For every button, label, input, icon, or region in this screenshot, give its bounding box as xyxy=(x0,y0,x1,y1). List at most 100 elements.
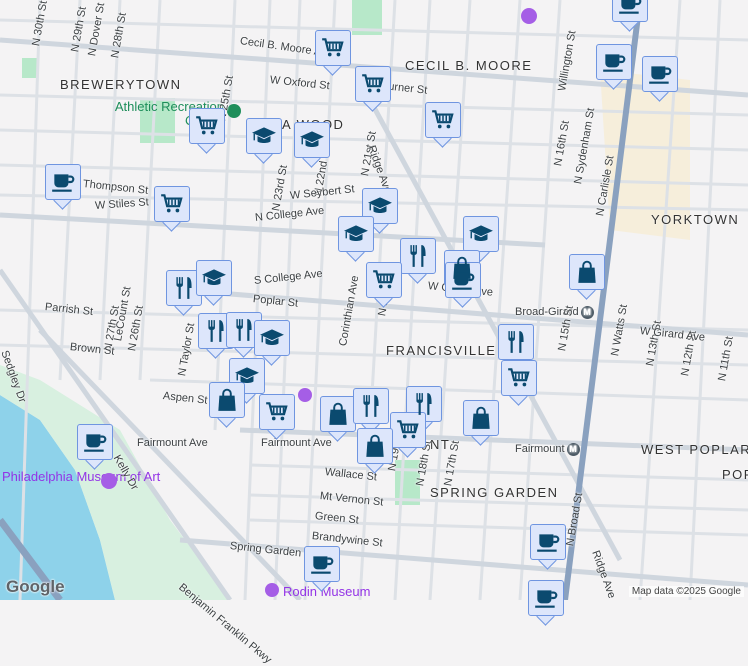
marker-body xyxy=(226,312,262,348)
grad-icon xyxy=(299,127,325,153)
marker-coffee[interactable] xyxy=(304,546,340,592)
marker-body xyxy=(501,360,537,396)
marker-body xyxy=(209,382,245,418)
cart-icon xyxy=(506,365,532,391)
marker-bag[interactable] xyxy=(463,400,499,446)
bag-icon xyxy=(325,401,351,427)
station-broad-girard[interactable]: Broad-Girard M xyxy=(515,306,594,319)
marker-body xyxy=(463,400,499,436)
marker-cart[interactable] xyxy=(425,102,461,148)
marker-body xyxy=(246,118,282,154)
coffee-icon xyxy=(82,429,108,455)
marker-body xyxy=(362,188,398,224)
coffee-icon xyxy=(535,529,561,555)
coffee-icon xyxy=(601,49,627,75)
marker-body xyxy=(304,546,340,582)
marker-body xyxy=(353,388,389,424)
marker-body xyxy=(463,216,499,252)
museum-icon xyxy=(101,473,117,489)
metro-icon: M xyxy=(566,443,580,456)
marker-cart[interactable] xyxy=(366,262,402,308)
grad-icon xyxy=(234,363,260,389)
marker-bag[interactable] xyxy=(209,382,245,428)
neighborhood-cecil-b-moore: CECIL B. MOORE xyxy=(405,58,533,73)
marker-body xyxy=(196,260,232,296)
food-icon xyxy=(503,329,529,355)
marker-cart[interactable] xyxy=(154,186,190,232)
marker-cart[interactable] xyxy=(501,360,537,406)
cart-icon xyxy=(264,399,290,425)
coffee-icon xyxy=(533,585,559,611)
marker-bag[interactable] xyxy=(320,396,356,442)
poi-philadelphia-museum-of-art[interactable]: Philadelphia Museum of Art xyxy=(2,470,160,484)
neighborhood-francisville: FRANCISVILLE xyxy=(386,343,497,358)
food-icon xyxy=(171,275,197,301)
marker-body xyxy=(259,394,295,430)
marker-food[interactable] xyxy=(166,270,202,316)
map-attribution[interactable]: Map data ©2025 Google xyxy=(628,586,744,597)
marker-body xyxy=(596,44,632,80)
marker-body xyxy=(166,270,202,306)
cart-icon xyxy=(320,35,346,61)
grad-icon xyxy=(343,221,369,247)
grad-icon xyxy=(468,221,494,247)
marker-coffee[interactable] xyxy=(445,262,481,308)
marker-cart[interactable] xyxy=(189,108,225,154)
station-label: Fairmount xyxy=(515,443,565,455)
marker-body xyxy=(198,313,234,349)
coffee-icon xyxy=(309,551,335,577)
cart-icon xyxy=(194,113,220,139)
cart-icon xyxy=(159,191,185,217)
marker-body xyxy=(642,56,678,92)
marker-body xyxy=(425,102,461,138)
marker-body xyxy=(154,186,190,222)
marker-grad[interactable] xyxy=(246,118,282,164)
cart-icon xyxy=(430,107,456,133)
google-logo: Google xyxy=(6,577,65,596)
marker-bag[interactable] xyxy=(357,428,393,474)
marker-body xyxy=(294,122,330,158)
food-icon xyxy=(203,318,229,344)
bag-icon xyxy=(214,387,240,413)
marker-bag[interactable] xyxy=(569,254,605,300)
marker-coffee[interactable] xyxy=(530,524,566,570)
neighborhood-spring-garden: SPRING GARDEN xyxy=(430,485,559,500)
marker-body xyxy=(189,108,225,144)
marker-food[interactable] xyxy=(400,238,436,284)
marker-grad[interactable] xyxy=(196,260,232,306)
marker-body xyxy=(320,396,356,432)
marker-body xyxy=(530,524,566,560)
marker-coffee[interactable] xyxy=(528,580,564,626)
museum-icon xyxy=(298,388,312,402)
marker-grad[interactable] xyxy=(338,216,374,262)
marker-cart[interactable] xyxy=(355,66,391,112)
marker-food[interactable] xyxy=(353,388,389,434)
marker-cart[interactable] xyxy=(259,394,295,440)
street-label: Fairmount Ave xyxy=(137,437,208,449)
marker-coffee[interactable] xyxy=(45,164,81,210)
marker-coffee[interactable] xyxy=(612,0,648,32)
marker-body xyxy=(315,30,351,66)
coffee-icon xyxy=(647,61,673,87)
grad-icon xyxy=(367,193,393,219)
marker-body xyxy=(338,216,374,252)
marker-body xyxy=(77,424,113,460)
bag-icon xyxy=(574,259,600,285)
marker-body xyxy=(357,428,393,464)
marker-coffee[interactable] xyxy=(77,424,113,470)
marker-body xyxy=(498,324,534,360)
marker-body xyxy=(254,320,290,356)
coffee-icon xyxy=(617,0,643,17)
marker-cart[interactable] xyxy=(315,30,351,76)
marker-coffee[interactable] xyxy=(596,44,632,90)
museum-icon xyxy=(521,8,537,24)
cart-icon xyxy=(395,417,421,443)
station-fairmount[interactable]: Fairmount M xyxy=(515,443,580,456)
marker-cart[interactable] xyxy=(390,412,426,458)
marker-grad[interactable] xyxy=(294,122,330,168)
marker-body xyxy=(445,262,481,298)
marker-body xyxy=(612,0,648,22)
marker-body xyxy=(400,238,436,274)
metro-icon: M xyxy=(580,306,594,319)
marker-coffee[interactable] xyxy=(642,56,678,102)
